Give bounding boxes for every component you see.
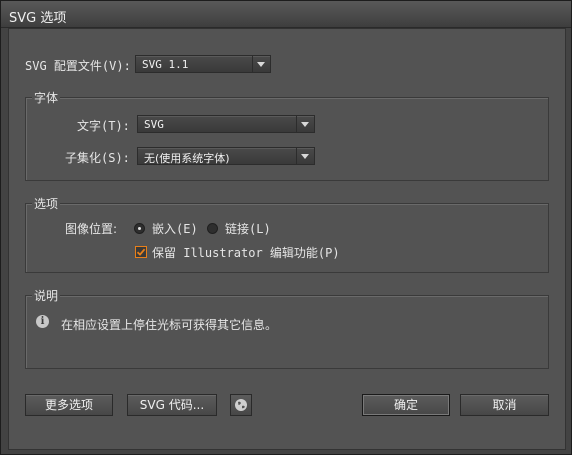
svg-options-dialog: SVG 选项 SVG 配置文件(V): SVG 1.1 字体 文字(T): SV… [0, 0, 572, 455]
chevron-down-icon [296, 116, 314, 132]
profile-value: SVG 1.1 [142, 58, 189, 71]
font-group-title: 字体 [32, 89, 61, 106]
link-label[interactable]: 链接(L) [225, 220, 271, 237]
embed-radio[interactable] [134, 223, 145, 234]
options-group-title: 选项 [32, 195, 61, 212]
more-options-button[interactable]: 更多选项 [25, 394, 113, 416]
checkmark-icon [136, 248, 146, 256]
svg-code-button[interactable]: SVG 代码... [127, 394, 217, 416]
type-value: SVG [144, 118, 164, 131]
web-preview-button[interactable] [230, 394, 252, 416]
dialog-title: SVG 选项 [9, 11, 67, 26]
subset-dropdown[interactable]: 无(使用系统字体) [137, 147, 315, 165]
subset-value: 无(使用系统字体) [144, 152, 230, 165]
preserve-label[interactable]: 保留 Illustrator 编辑功能(P) [152, 244, 340, 261]
description-text: 在相应设置上停住光标可获得其它信息。 [61, 318, 278, 332]
profile-label: SVG 配置文件(V): [25, 59, 131, 73]
ok-button[interactable]: 确定 [362, 394, 450, 416]
font-group [25, 97, 549, 181]
title-bar[interactable]: SVG 选项 [1, 1, 571, 28]
dialog-body: SVG 配置文件(V): SVG 1.1 字体 文字(T): SVG 子集化(S… [8, 28, 566, 450]
info-icon: i [36, 315, 49, 328]
image-location-label: 图像位置: [65, 222, 118, 236]
type-label: 文字(T): [77, 119, 130, 133]
cancel-button[interactable]: 取消 [460, 394, 549, 416]
embed-label[interactable]: 嵌入(E) [152, 220, 198, 237]
link-radio[interactable] [207, 223, 218, 234]
preserve-checkbox[interactable] [135, 246, 147, 258]
description-group-title: 说明 [32, 287, 61, 304]
chevron-down-icon [252, 56, 270, 72]
options-group [25, 203, 549, 273]
type-dropdown[interactable]: SVG [137, 115, 315, 133]
chevron-down-icon [296, 148, 314, 164]
profile-dropdown[interactable]: SVG 1.1 [135, 55, 271, 73]
globe-icon [235, 399, 247, 411]
subset-label: 子集化(S): [65, 151, 130, 165]
